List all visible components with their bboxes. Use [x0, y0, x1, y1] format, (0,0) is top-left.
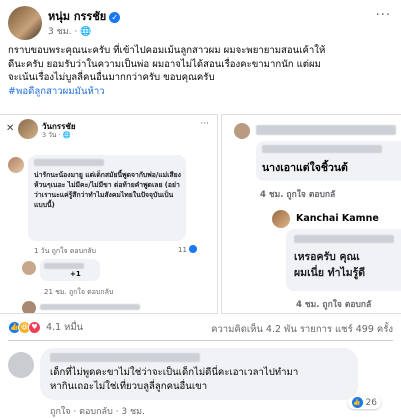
verified-badge-icon: ✓	[109, 12, 121, 23]
more-options-icon[interactable]: ···	[376, 8, 391, 23]
post-author-avatar[interactable]	[8, 6, 42, 40]
comment-actions[interactable]: ถูกใจ · ตอบกลับ · 3 ชม.	[50, 404, 145, 418]
blurred-text	[40, 304, 140, 310]
divider	[8, 340, 393, 341]
blurred-text	[294, 235, 394, 243]
reaction-count: 11	[178, 245, 197, 254]
screenshot-image-left[interactable]: ✕ วันกรรชัย 3 วัน · 🌐 ··· น่ารักนะน้องมา…	[0, 114, 218, 314]
reaction-count[interactable]: 4.1 หมื่น	[46, 320, 83, 335]
comment-text: น่ารักนะน้องมายู แต่เด็กสมัยนี้พูดจากับพ…	[34, 171, 181, 209]
love-icon: ♥	[28, 321, 41, 334]
comment-avatar	[8, 157, 24, 173]
post-text: กราบขอบพระคุณนะครับ ที่เข้าไปคอมเม้นลูกส…	[8, 44, 396, 98]
blurred-name	[262, 145, 382, 153]
avatar	[18, 119, 38, 139]
more-dots-icon: ···	[200, 119, 209, 129]
comments-shares-count[interactable]: ความคิดเห็น 4.2 พัน รายการ แชร์ 499 ครั้…	[211, 322, 393, 337]
close-icon: ✕	[6, 123, 15, 134]
comment-reaction-count[interactable]: 👍 26	[347, 396, 381, 409]
reaction-summary[interactable]: 👍 😆 ♥ 4.1 หมื่น	[8, 320, 83, 335]
reply-avatar	[272, 210, 290, 228]
screenshot-image-right[interactable]: นางเอาแต่ใจชิ้วนต้ 4 ชม. ถูกใจ ตอบกลั Ka…	[221, 114, 401, 314]
reply-text: เหรอครับ คุณเ ผมเนี่ย ทำไมรู้ดี	[294, 251, 366, 279]
post-card: หนุ่ม กรรชัย ✓ 3 ชม. · 🌐 ··· กราบขอบพระคุ…	[0, 0, 401, 360]
comment-text: เด็กที่ไม่พูดคะขาไม่ใช่ว่าจะเป็นเด็กไม่ด…	[50, 367, 299, 392]
comment-actions: 4 ชม. ถูกใจ ตอบกลั	[260, 190, 336, 200]
commenter-avatar[interactable]	[8, 352, 34, 378]
comment-text: นางเอาแต่ใจชิ้วนต้	[262, 162, 348, 174]
reply-author-name: Kanchai Kamne	[296, 213, 379, 224]
hashtag-link[interactable]: #พอดีลูกสาวผมมันห้าว	[8, 85, 396, 99]
post-author-name[interactable]: หนุ่ม กรรชัย ✓	[48, 7, 121, 25]
like-icon: 👍	[351, 397, 363, 408]
reply-text: +1	[70, 270, 81, 278]
comment-actions: 1 วัน ถูกใจ ตอบกลับ	[34, 247, 97, 255]
like-icon	[188, 245, 197, 253]
reply-actions: 21 ชม. ถูกใจ ตอบกลับ	[44, 288, 114, 296]
blurred-name	[44, 263, 84, 269]
blurred-name	[34, 159, 104, 166]
screenshot-time: 3 วัน · 🌐	[42, 131, 71, 139]
reply-avatar	[22, 301, 36, 313]
comment-avatar	[234, 123, 250, 139]
reply-actions: 4 ชม. ถูกใจ ตอบกลั	[296, 300, 372, 310]
blurred-commenter-name[interactable]	[50, 353, 200, 362]
blurred-text	[256, 125, 396, 135]
globe-icon: 🌐	[80, 27, 92, 37]
reply-avatar	[22, 261, 36, 275]
post-timestamp[interactable]: 3 ชม. · 🌐	[48, 24, 91, 38]
